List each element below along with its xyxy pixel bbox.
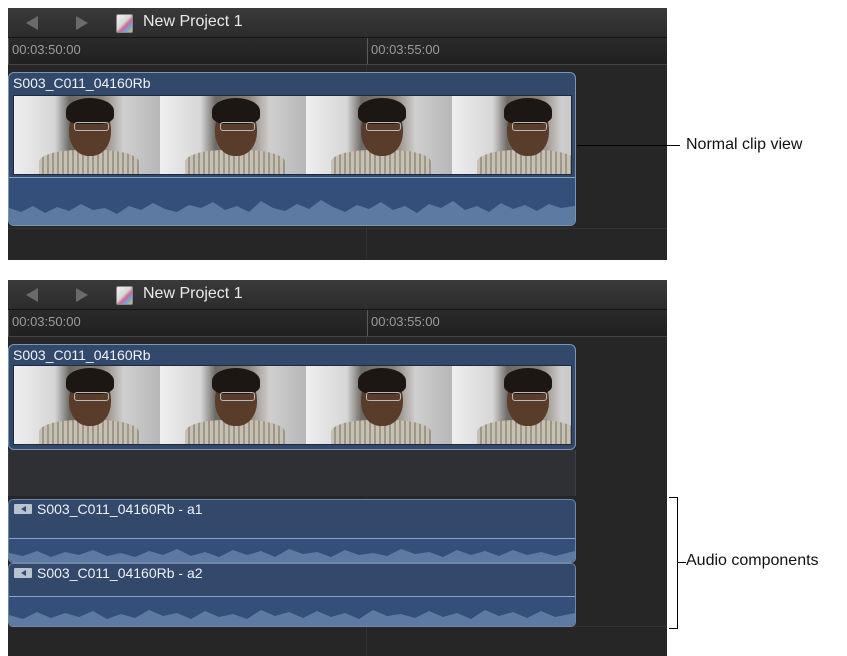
- audio-waveform: [9, 549, 575, 562]
- forward-arrow-icon[interactable]: [76, 16, 88, 30]
- video-clip[interactable]: S003_C011_04160Rb: [8, 72, 576, 226]
- timeline-panel-normal: New Project 1 00:03:50:00 00:03:55:00 S0…: [8, 8, 667, 260]
- video-thumbnail: [160, 366, 306, 444]
- speaker-icon: [14, 568, 32, 578]
- forward-arrow-icon[interactable]: [76, 288, 88, 302]
- video-thumbnail: [306, 366, 452, 444]
- callout-audio-components: Audio components: [686, 552, 819, 569]
- timecode-ruler[interactable]: 00:03:50:00 00:03:55:00: [8, 38, 667, 65]
- timecode-ruler[interactable]: 00:03:50:00 00:03:55:00: [8, 310, 667, 337]
- project-title: New Project 1: [143, 285, 243, 302]
- clip-name: S003_C011_04160Rb: [13, 347, 151, 363]
- audio-waveform: [9, 200, 575, 225]
- speaker-icon: [14, 504, 32, 514]
- back-arrow-icon[interactable]: [26, 16, 38, 30]
- audio-components-bracket: [669, 497, 678, 629]
- video-thumbnail: [160, 96, 306, 174]
- audio-component-label: S003_C011_04160Rb - a2: [37, 565, 203, 581]
- video-thumbnail: [14, 366, 160, 444]
- timecode-label: 00:03:50:00: [12, 42, 81, 57]
- timeline-titlebar: New Project 1: [8, 8, 667, 38]
- timecode-label: 00:03:50:00: [12, 314, 81, 329]
- audio-waveform: [9, 610, 575, 626]
- filmstrip: [13, 365, 572, 445]
- audio-waveform-area: [9, 177, 575, 225]
- timeline-titlebar: New Project 1: [8, 280, 667, 310]
- video-thumbnail: [452, 366, 571, 444]
- project-title: New Project 1: [143, 13, 243, 30]
- audio-waveform-area: [9, 596, 575, 626]
- project-icon: [116, 286, 133, 305]
- video-clip[interactable]: S003_C011_04160Rb: [8, 344, 576, 450]
- project-icon: [116, 14, 133, 33]
- clip-name: S003_C011_04160Rb: [13, 75, 151, 91]
- video-thumbnail: [306, 96, 452, 174]
- audio-component-a2[interactable]: S003_C011_04160Rb - a2: [8, 563, 576, 627]
- back-arrow-icon[interactable]: [26, 288, 38, 302]
- filmstrip: [13, 95, 572, 175]
- audio-component-label: S003_C011_04160Rb - a1: [37, 501, 203, 517]
- audio-component-a1[interactable]: S003_C011_04160Rb - a1: [8, 499, 576, 563]
- video-thumbnail: [452, 96, 571, 174]
- callout-normal-clip-view: Normal clip view: [686, 136, 803, 153]
- timecode-label: 00:03:55:00: [371, 42, 440, 57]
- clip-gap: [8, 450, 576, 496]
- timeline-panel-expanded: New Project 1 00:03:50:00 00:03:55:00 S0…: [8, 280, 667, 656]
- timecode-label: 00:03:55:00: [371, 314, 440, 329]
- video-thumbnail: [14, 96, 160, 174]
- audio-waveform-area: [9, 538, 575, 562]
